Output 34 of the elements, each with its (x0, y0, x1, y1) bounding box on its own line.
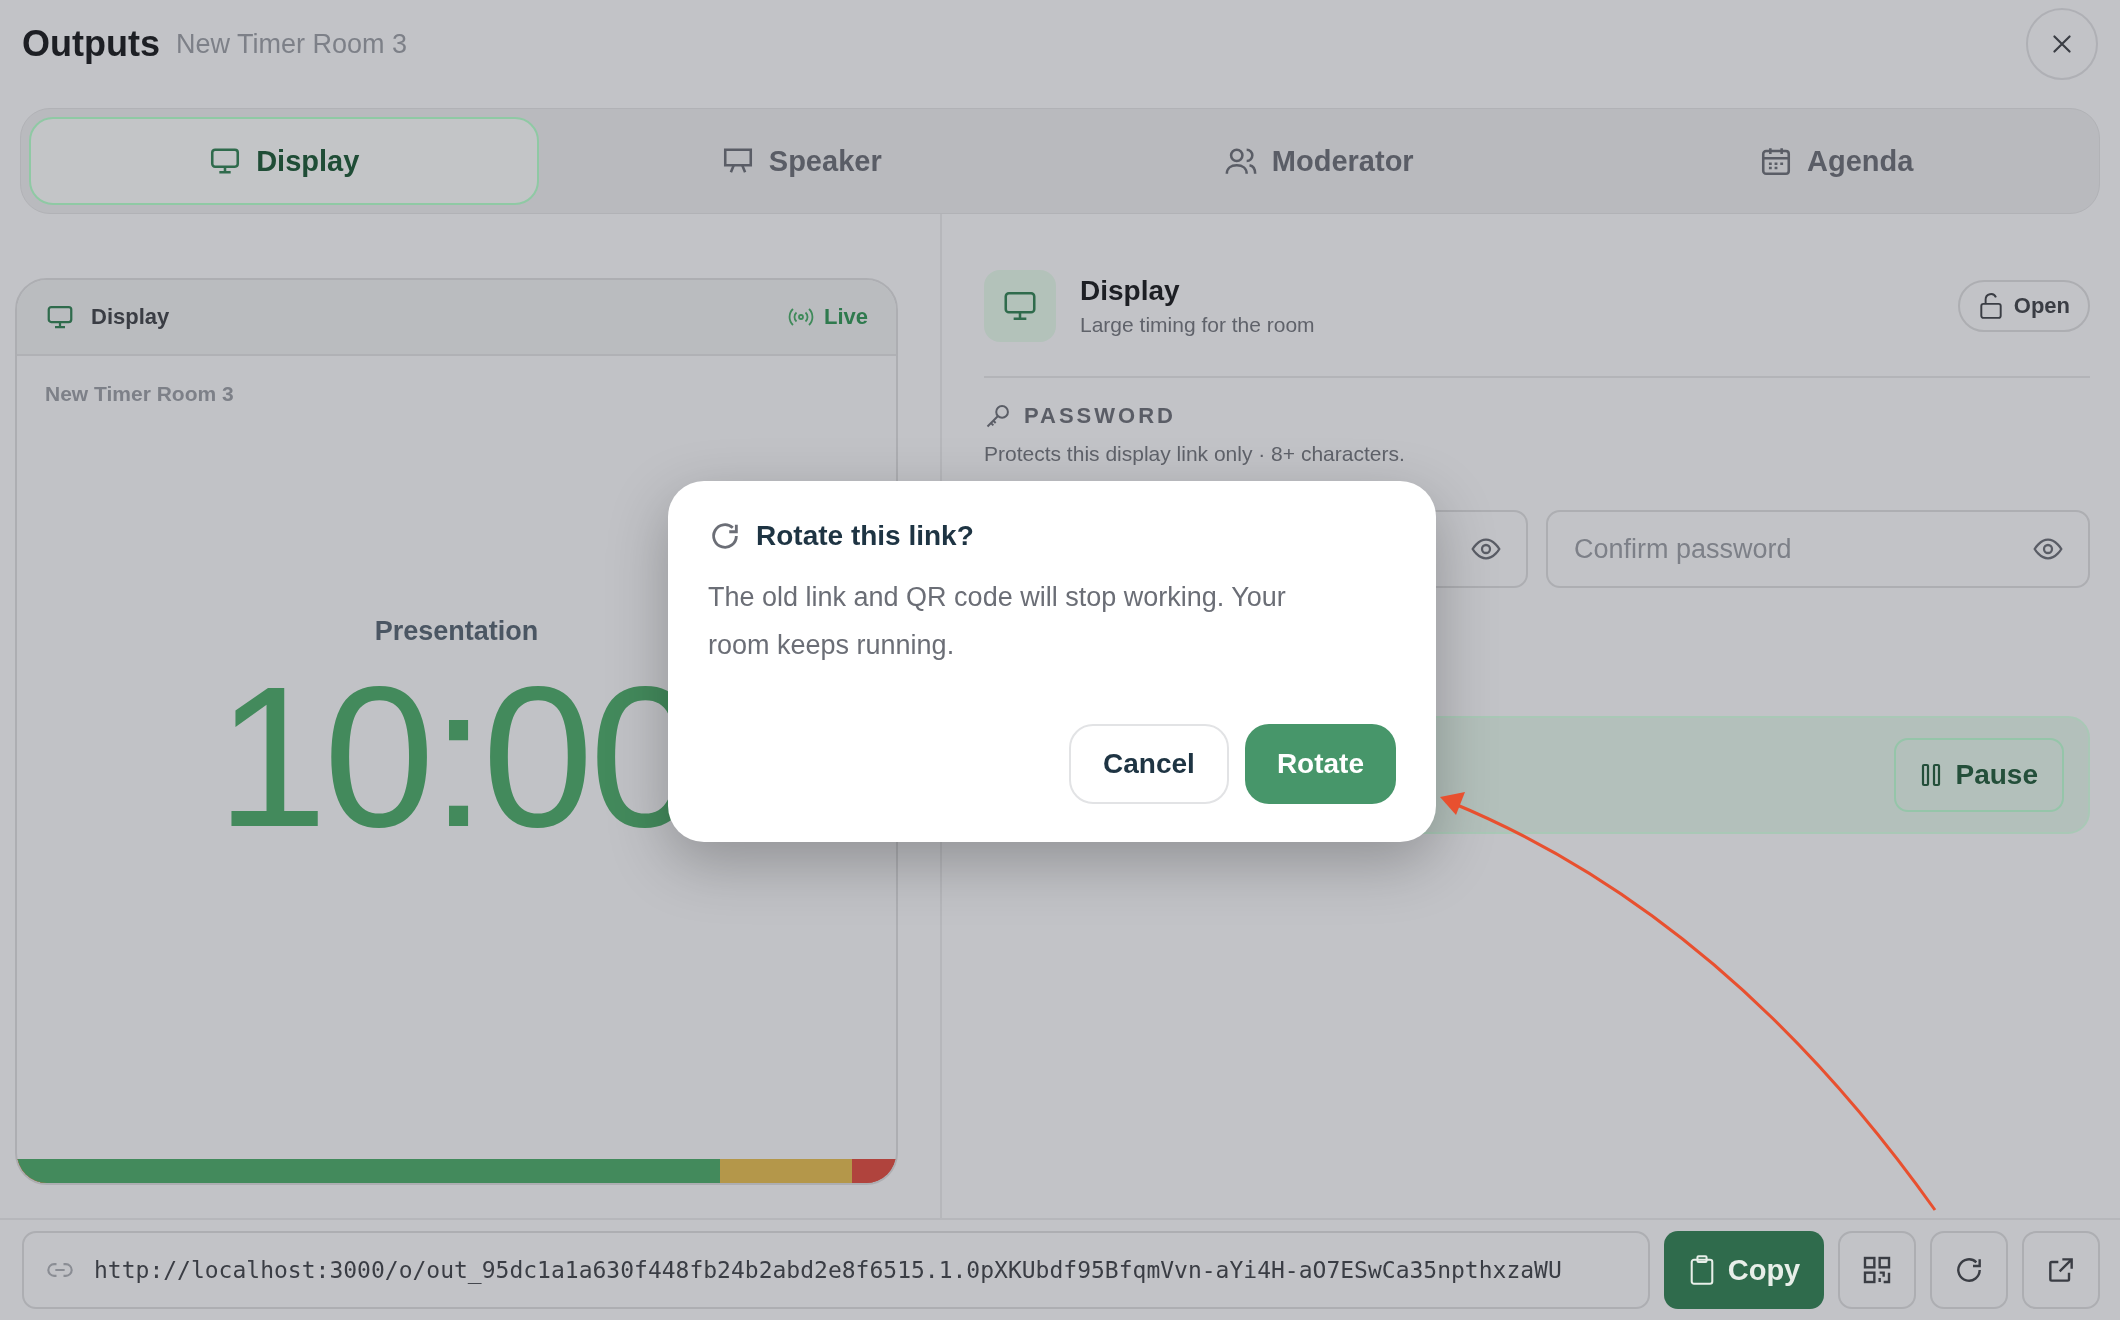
output-description: Large timing for the room (1080, 313, 1315, 337)
rotate-button[interactable]: Rotate (1244, 724, 1396, 804)
monitor-icon (984, 270, 1056, 342)
confirm-password-input[interactable]: Confirm password (1572, 532, 2032, 566)
password-hint: Protects this display link only · 8+ characters. (984, 442, 1406, 466)
dialog-title: Rotate this link? (756, 520, 974, 552)
key-icon (984, 402, 1012, 430)
section-heading: PASSWORD (1024, 403, 1176, 429)
dialog-message: The old link and QR code will stop working. Your room keeps running. (708, 581, 1287, 662)
live-status: Live (823, 304, 868, 330)
tab[interactable]: Agenda (1581, 117, 2091, 205)
preview-room-name: New Timer Room 3 (45, 382, 235, 406)
output-title: Display (1080, 275, 1181, 307)
qr-code-icon (1861, 1254, 1893, 1286)
room-name: New Timer Room 3 (176, 28, 408, 60)
link-field[interactable]: http://localhost:3000/o/out_95dc1a1a630f448fb24b2abd2e8f6515.1.0pXKUbdf95BfqmVvn-aYi4H-aO7ESwCa35npthxzaWU (22, 1231, 1650, 1309)
confirm-password-field[interactable]: Confirm password (1546, 510, 2090, 588)
rotate-link-button[interactable] (1930, 1231, 2008, 1309)
tab[interactable]: Display (29, 117, 539, 205)
preview-title: Display (91, 304, 170, 330)
copy-button[interactable]: Copy (1664, 1231, 1824, 1309)
lock-button[interactable]: Open (1957, 280, 2090, 332)
timer-label: Presentation (374, 616, 539, 647)
broadcast-icon (787, 306, 814, 328)
cancel-button[interactable]: Cancel (1069, 724, 1229, 804)
pause-icon (1919, 762, 1942, 788)
pause-button[interactable]: Pause (1893, 738, 2064, 812)
tab[interactable]: Speaker (546, 117, 1056, 205)
tab[interactable]: Moderator (1064, 117, 1574, 205)
link-url: http://localhost:3000/o/out_95dc1a1a630f448fb24b2abd2e8f6515.1.0pXKUbdf95BfqmVvn-aYi4H-aO7ESwCa35npthxzaWU (94, 1257, 1562, 1283)
unlock-icon (1977, 292, 2004, 320)
page-title: Outputs (22, 23, 160, 65)
open-external-button[interactable] (2022, 1231, 2100, 1309)
qr-code-button[interactable] (1838, 1231, 1916, 1309)
